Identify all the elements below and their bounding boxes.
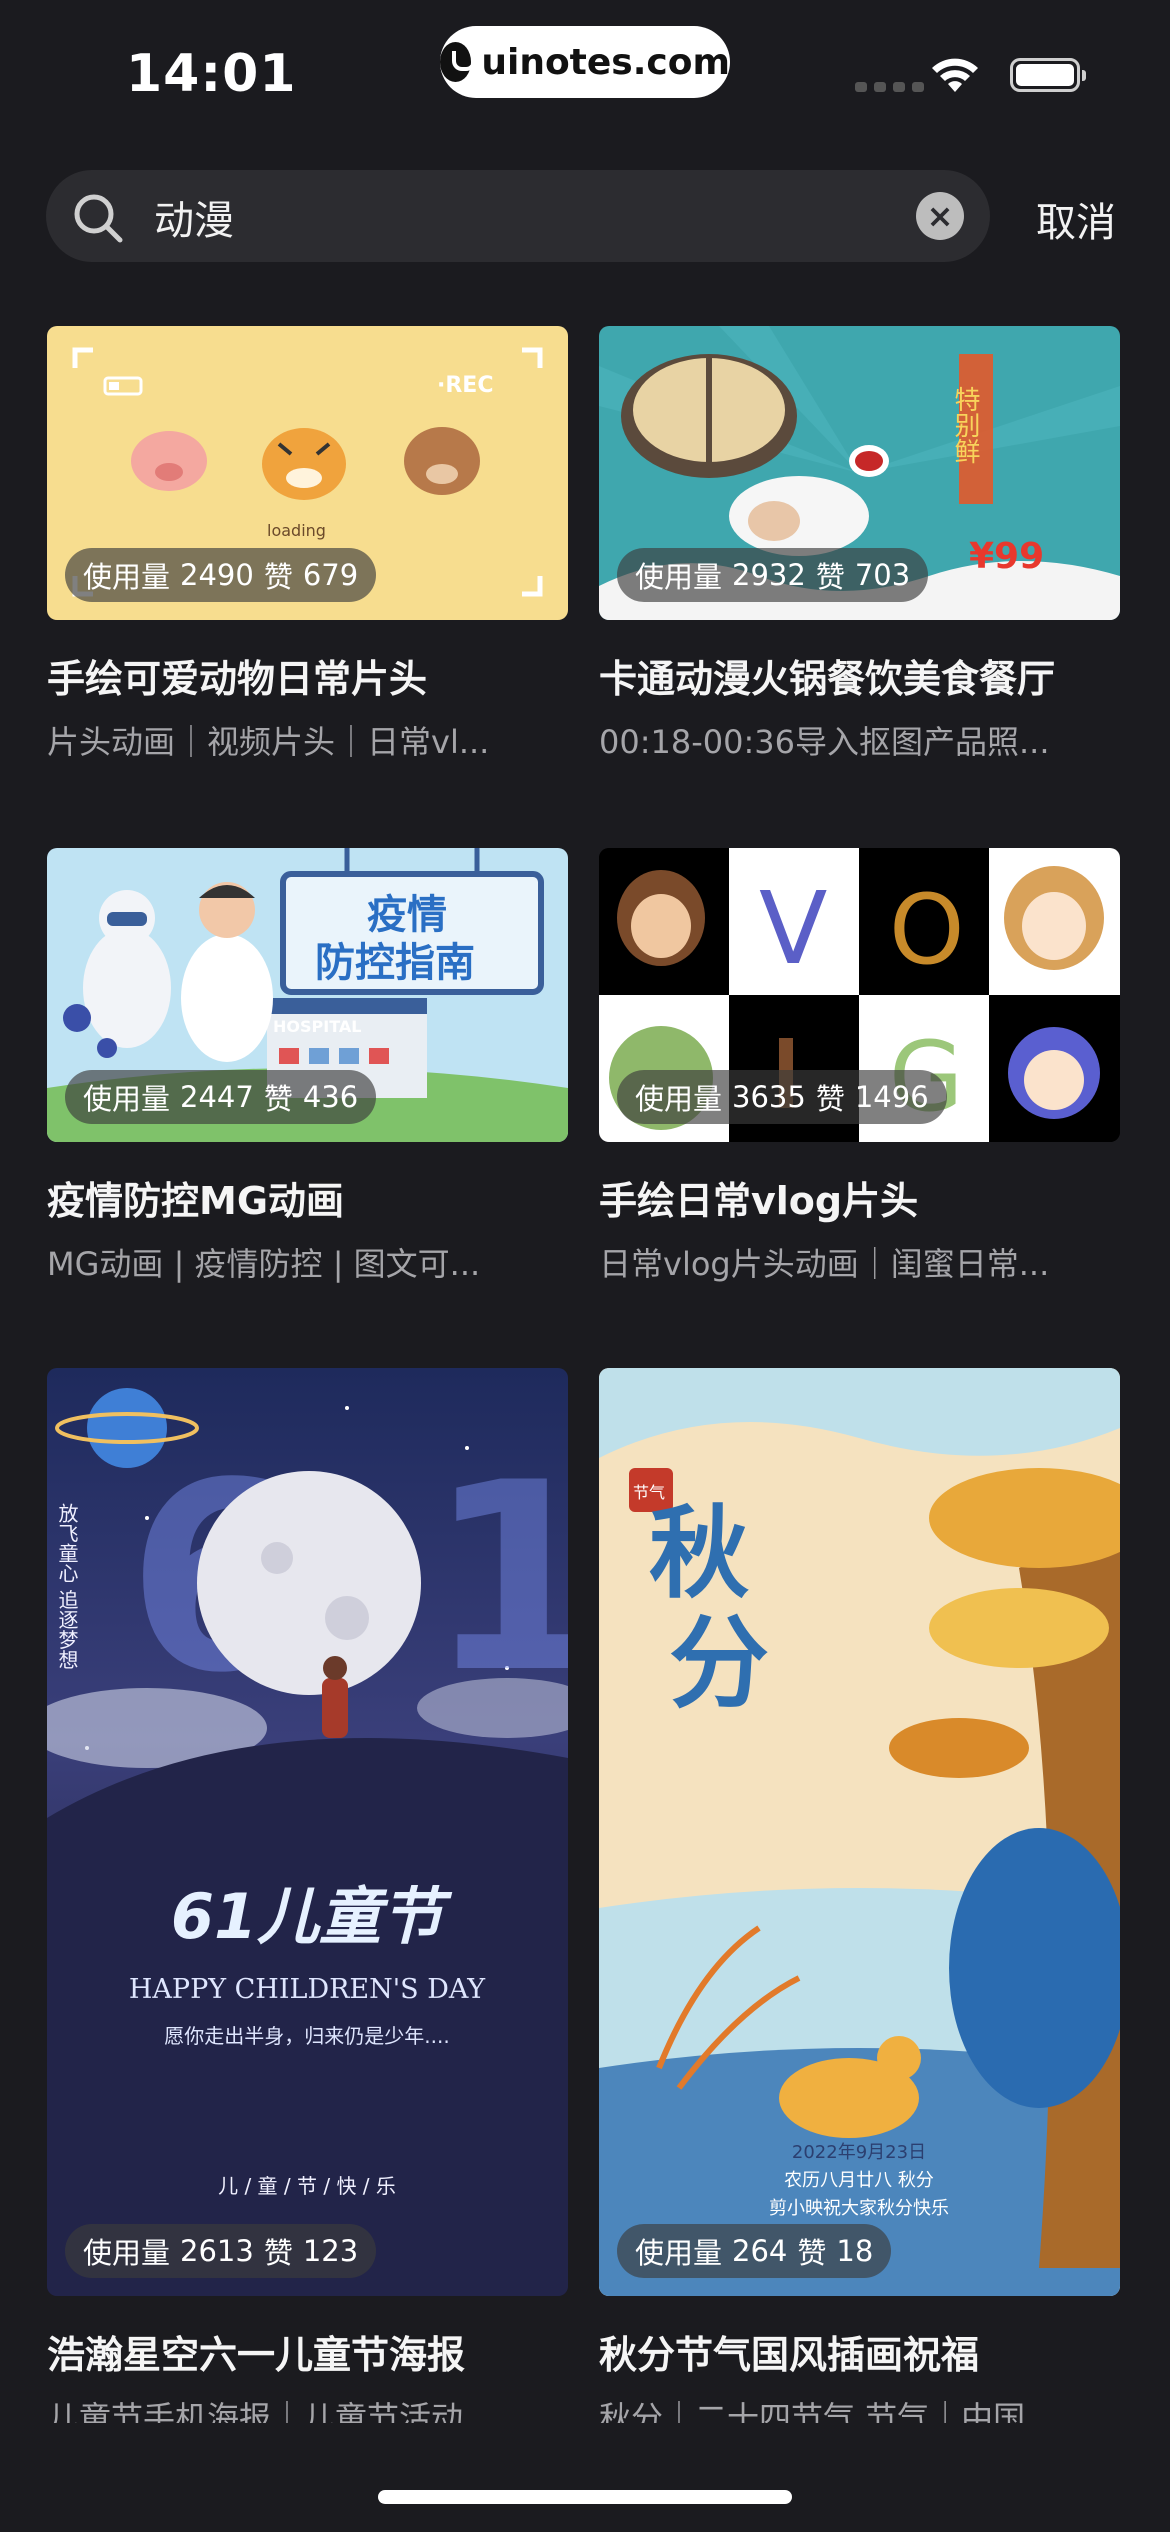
sign-line2: 防控指南 [315,940,475,986]
side-text: 放飞童心 追逐梦想 [55,1503,79,1670]
poster-char-2: 分 [669,1605,769,1722]
search-query[interactable]: 动漫 [154,188,234,246]
poster-english: HAPPY CHILDREN'S DAY [129,1974,486,2005]
template-card[interactable]: 6 1 放飞童心 追逐梦想 61儿童节 HAPPY CHILDREN'S DAY… [47,1368,568,2423]
poster-bottom-text: 儿 / 童 / 节 / 快 / 乐 [218,2174,396,2198]
poster-headline: 61儿童节 [171,1880,453,1953]
battery-icon [1010,58,1086,92]
card-tags: 片头动画｜视频片头｜日常vl... [47,723,490,761]
letter-o: O [889,874,965,986]
card-tags: 00:18-00:36导入抠图产品照... [599,723,1050,761]
cellular-signal-icon [855,82,924,92]
usage-stats: 使用量 2932 赞 703 [617,548,929,602]
card-tags: 秋分｜二十四节气 节气｜中国 [599,2399,1026,2423]
usage-stats: 使用量 2490 赞 679 [65,548,377,602]
site-logo-icon [440,42,477,82]
wifi-icon [932,58,978,92]
poster-subline: 愿你走出半身，归来仍是少年.... [164,2024,449,2048]
letter-v: V [759,870,827,987]
template-card[interactable]: HOSPITAL 疫情 防控指南 使用量 2447 赞 436 疫情防控MG动画 MG… [47,848,568,1285]
price-text: ¥99 [969,536,1044,577]
card-title: 浩瀚星空六一儿童节海报 [47,2333,466,2377]
search-input[interactable]: 动漫 × [46,170,990,262]
template-thumbnail[interactable]: 节气 秋 分 2022年9月23日 农历八月廿八 秋分 剪小映祝大家秋分快乐 使… [599,1368,1120,2296]
banner-text: 特别鲜 [950,386,980,464]
template-thumbnail[interactable]: V O G 使用量3635赞1496 [599,848,1120,1142]
card-tags: 日常vlog片头动画｜闺蜜日常... [599,1245,1050,1283]
url-text: uinotes.com [481,41,730,83]
template-card[interactable]: ·REC loading 使用量 2490 赞 679 手绘可爱动物日常片头 片头动画… [47,326,568,763]
poster-wish: 剪小映祝大家秋分快乐 [769,2198,949,2219]
status-bar: 14:01 uinotes.com [0,0,1170,150]
svg-text:放飞童心 追逐梦想: 放飞童心 追逐梦想 [55,1503,79,1670]
usage-stats: 使用量 3635 赞 1496 [617,1070,947,1124]
card-title: 秋分节气国风插画祝福 [599,2333,980,2377]
poster-char-1: 秋 [649,1495,749,1612]
card-title: 卡通动漫火锅餐饮美食餐厅 [599,657,1056,701]
url-pill: uinotes.com [440,26,730,98]
card-title: 手绘可爱动物日常片头 [47,657,428,701]
template-card[interactable]: 特别鲜 ¥99 使用量 2932 赞 703 卡通动漫火锅餐饮美食餐厅 00:18-0… [599,326,1120,763]
template-thumbnail[interactable]: 6 1 放飞童心 追逐梦想 61儿童节 HAPPY CHILDREN'S DAY… [47,1368,568,2296]
poster-date: 2022年9月23日 [792,2142,926,2163]
poster-lunar: 农历八月廿八 秋分 [784,2170,934,2191]
close-icon: × [926,197,954,235]
hospital-text: HOSPITAL [273,1017,361,1036]
card-title: 手绘日常vlog片头 [599,1179,919,1223]
usage-stats: 使用量 2613 赞 123 [65,2224,377,2278]
card-tags: 儿童节手机海报｜儿童节活动 [47,2399,464,2423]
usage-stats: 使用量 264 赞 18 [617,2224,892,2278]
status-time: 14:01 [126,44,297,104]
template-thumbnail[interactable]: ·REC loading 使用量 2490 赞 679 [47,326,568,620]
usage-stats: 使用量 2447 赞 436 [65,1070,377,1124]
clear-search-button[interactable]: × [916,192,964,240]
search-icon [74,194,123,243]
cancel-button[interactable]: 取消 [1036,190,1116,248]
loading-label: loading [267,521,326,540]
card-tags: MG动画 | 疫情防控 | 图文可... [47,1245,481,1283]
card-title: 疫情防控MG动画 [47,1179,345,1223]
search-row: 动漫 × 取消 [0,170,1170,262]
autumn-equinox-illustration: 节气 秋 分 2022年9月23日 农历八月廿八 秋分 剪小映祝大家秋分快乐 [599,1368,1120,2296]
rec-label: ·REC [437,373,493,398]
starry-sky-illustration: 6 1 放飞童心 追逐梦想 61儿童节 HAPPY CHILDREN'S DAY… [47,1388,568,2296]
template-thumbnail[interactable]: HOSPITAL 疫情 防控指南 使用量 2447 赞 436 [47,848,568,1142]
template-thumbnail[interactable]: 特别鲜 ¥99 使用量 2932 赞 703 [599,326,1120,620]
template-card[interactable]: V O G 使用量3635赞1496 手绘日常vlog片头 日常vlog片头动画… [599,848,1120,1285]
home-indicator[interactable] [378,2490,792,2504]
template-card[interactable]: 节气 秋 分 2022年9月23日 农历八月廿八 秋分 剪小映祝大家秋分快乐 使… [599,1368,1120,2423]
sign-line1: 疫情 [367,892,447,938]
